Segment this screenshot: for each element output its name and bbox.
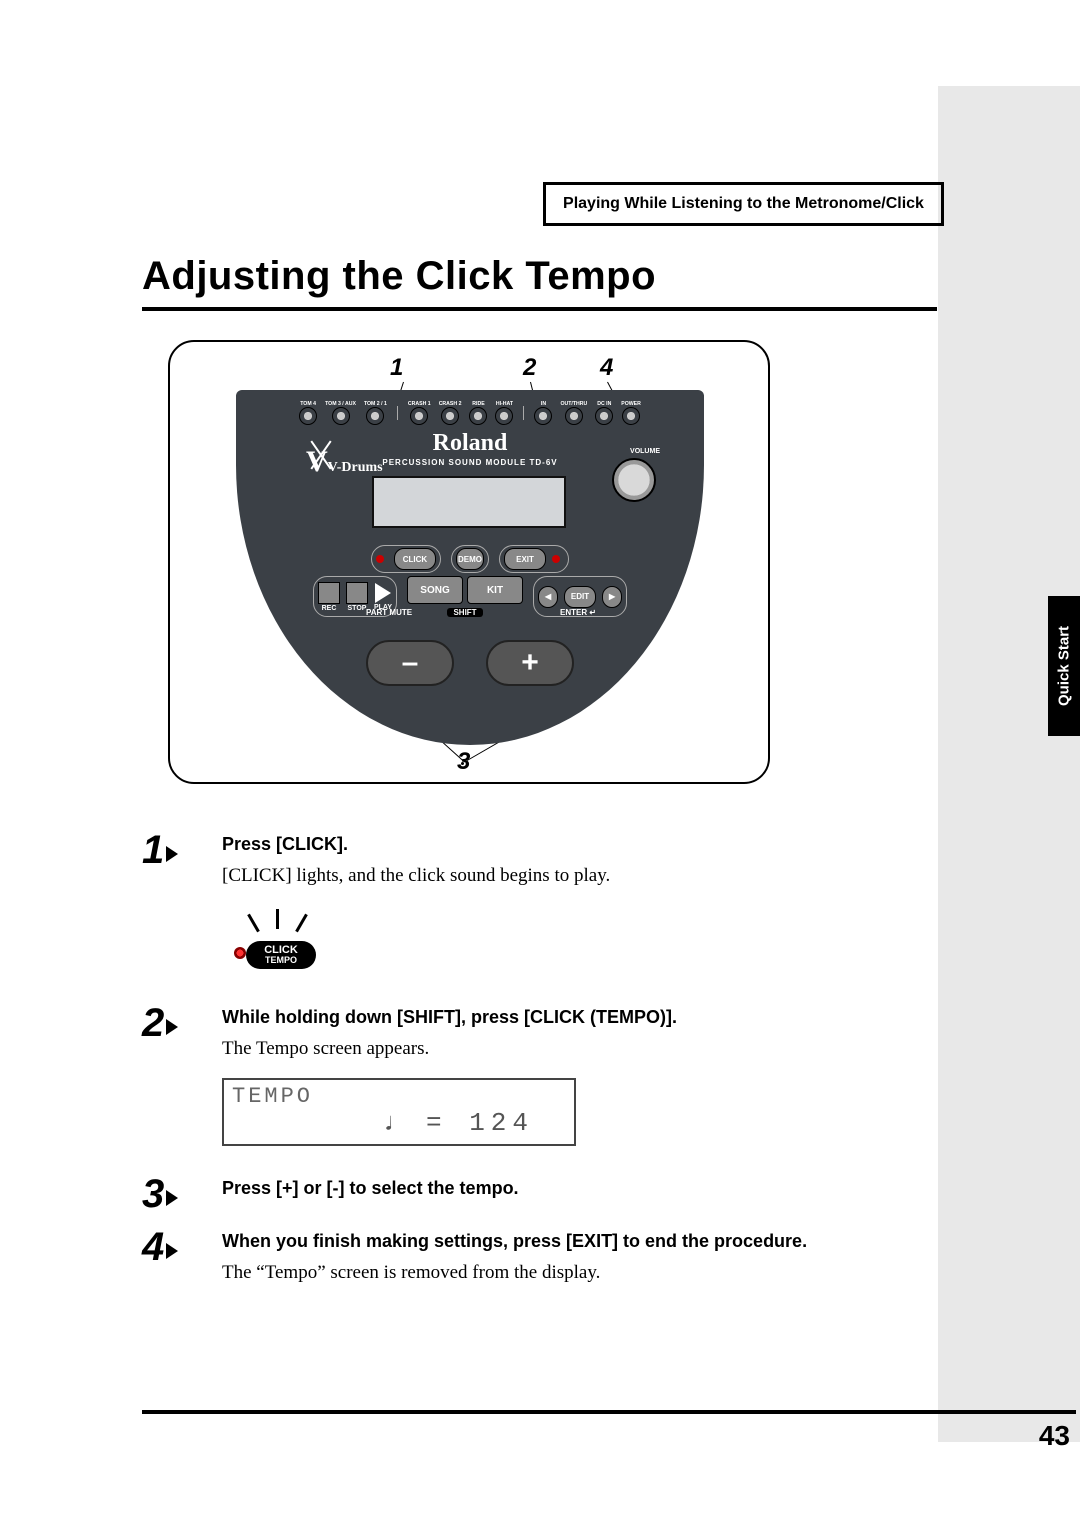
jack-icon — [410, 407, 428, 425]
step-2: 2 While holding down [SHIFT], press [CLI… — [142, 1007, 937, 1146]
jack-icon — [366, 407, 384, 425]
jack-ride: RIDE — [469, 401, 487, 425]
jack-icon — [299, 407, 317, 425]
top-io-row: TOM 4 TOM 3 / AUX TOM 2 / 1 CRASH 1 CRAS… — [236, 402, 704, 424]
plus-button: + — [486, 640, 574, 686]
step-head: When you finish making settings, press [… — [222, 1231, 937, 1252]
callout-1: 1 — [390, 354, 403, 382]
footer-rule — [142, 1410, 1076, 1414]
jack-icon — [469, 407, 487, 425]
step-body: The “Tempo” screen is removed from the d… — [222, 1262, 937, 1284]
led-icon — [234, 947, 246, 959]
jack-power: POWER — [621, 401, 641, 425]
jack-icon — [495, 407, 513, 425]
step-number: 1 — [142, 828, 164, 873]
jack-midi-in: IN — [534, 401, 552, 425]
jack-icon — [565, 407, 583, 425]
callout-2: 2 — [523, 354, 536, 382]
section-tab: Quick Start — [1048, 596, 1080, 736]
minus-button: – — [366, 640, 454, 686]
ray-icon — [247, 914, 260, 933]
tempo-screen-figure: TEMPO ♩ = 124 — [222, 1078, 576, 1146]
demo-group: DEMO — [451, 545, 489, 573]
jack-hihat: HI-HAT — [495, 401, 513, 425]
exit-button: EXIT — [504, 548, 546, 570]
jack-dcin: DC IN — [595, 401, 613, 425]
low-button-row: REC STOP PLAY SONG KIT SHIFT ◀ EDIT ▶ — [236, 576, 704, 617]
ray-icon — [276, 909, 279, 929]
callout-4: 4 — [600, 354, 613, 382]
jack-tom3: TOM 3 / AUX — [325, 401, 356, 425]
breadcrumb: Playing While Listening to the Metronome… — [543, 182, 944, 226]
step-head: While holding down [SHIFT], press [CLICK… — [222, 1007, 937, 1028]
left-button: ◀ — [538, 586, 558, 608]
manual-page: Playing While Listening to the Metronome… — [0, 0, 1080, 1528]
rec-button — [318, 582, 340, 604]
step-number: 2 — [142, 1001, 164, 1046]
jack-icon — [332, 407, 350, 425]
enter-label: ENTER ↵ — [560, 608, 596, 617]
click-tempo-group: CLICK — [371, 545, 441, 573]
right-button: ▶ — [602, 586, 622, 608]
part-mute-label: PART MUTE — [366, 608, 412, 617]
step-body: The Tempo screen appears. — [222, 1038, 937, 1060]
shift-button: SHIFT — [447, 608, 482, 617]
volume-knob — [612, 458, 656, 502]
jack-icon — [622, 407, 640, 425]
step-body: [CLICK] lights, and the click sound begi… — [222, 865, 937, 887]
step-head: Press [CLICK]. — [222, 834, 937, 855]
jack-midi-out: OUT/THRU — [560, 401, 587, 425]
led-icon — [552, 555, 560, 563]
jack-crash1: CRASH 1 — [408, 401, 431, 425]
tempo-mode-text: TEMPO — [232, 1084, 313, 1109]
jack-tom21: TOM 2 / 1 — [364, 401, 387, 425]
song-kit-group: SONG KIT SHIFT — [407, 576, 523, 617]
divider — [397, 406, 398, 420]
song-button: SONG — [407, 576, 463, 604]
tempo-label: TEMPO — [265, 956, 297, 965]
jack-icon — [534, 407, 552, 425]
play-icon — [375, 583, 391, 603]
device-figure: 1 2 4 3 TOM 4 TOM 3 / AUX TOM 2 / 1 CRAS… — [168, 340, 770, 784]
step-number: 3 — [142, 1172, 164, 1217]
tempo-value-text: ♩ = 124 — [383, 1108, 534, 1138]
page-title: Adjusting the Click Tempo — [142, 254, 656, 299]
section-tab-label: Quick Start — [1056, 626, 1073, 706]
margin-shade — [938, 86, 1080, 1442]
click-button: CLICK — [394, 548, 436, 570]
divider — [523, 406, 524, 420]
jack-icon — [441, 407, 459, 425]
stop-button — [346, 582, 368, 604]
breadcrumb-text: Playing While Listening to the Metronome… — [563, 195, 924, 213]
device-console: TOM 4 TOM 3 / AUX TOM 2 / 1 CRASH 1 CRAS… — [236, 390, 704, 745]
click-button-figure: CLICK TEMPO — [222, 905, 332, 975]
volume-label: VOLUME — [630, 448, 660, 455]
page-number: 43 — [1039, 1420, 1070, 1452]
ray-icon — [295, 914, 308, 933]
click-tempo-button: CLICK TEMPO — [246, 941, 316, 969]
step-number: 4 — [142, 1225, 164, 1270]
led-icon — [376, 555, 384, 563]
step-1: 1 Press [CLICK]. [CLICK] lights, and the… — [142, 834, 937, 975]
lcd-screen — [372, 476, 566, 528]
steps-list: 1 Press [CLICK]. [CLICK] lights, and the… — [142, 834, 937, 1316]
leader-dot — [461, 762, 464, 765]
step-4: 4 When you finish making settings, press… — [142, 1231, 937, 1284]
demo-button: DEMO — [456, 548, 484, 570]
jack-icon — [595, 407, 613, 425]
jack-tom4: TOM 4 — [299, 401, 317, 425]
kit-button: KIT — [467, 576, 523, 604]
exit-group: EXIT — [499, 545, 569, 573]
jack-crash2: CRASH 2 — [439, 401, 462, 425]
step-3: 3 Press [+] or [-] to select the tempo. — [142, 1178, 937, 1199]
title-rule — [142, 307, 937, 311]
step-head: Press [+] or [-] to select the tempo. — [222, 1178, 937, 1199]
edit-button: EDIT — [564, 586, 596, 608]
mid-button-row: CLICK DEMO EXIT — [236, 545, 704, 573]
